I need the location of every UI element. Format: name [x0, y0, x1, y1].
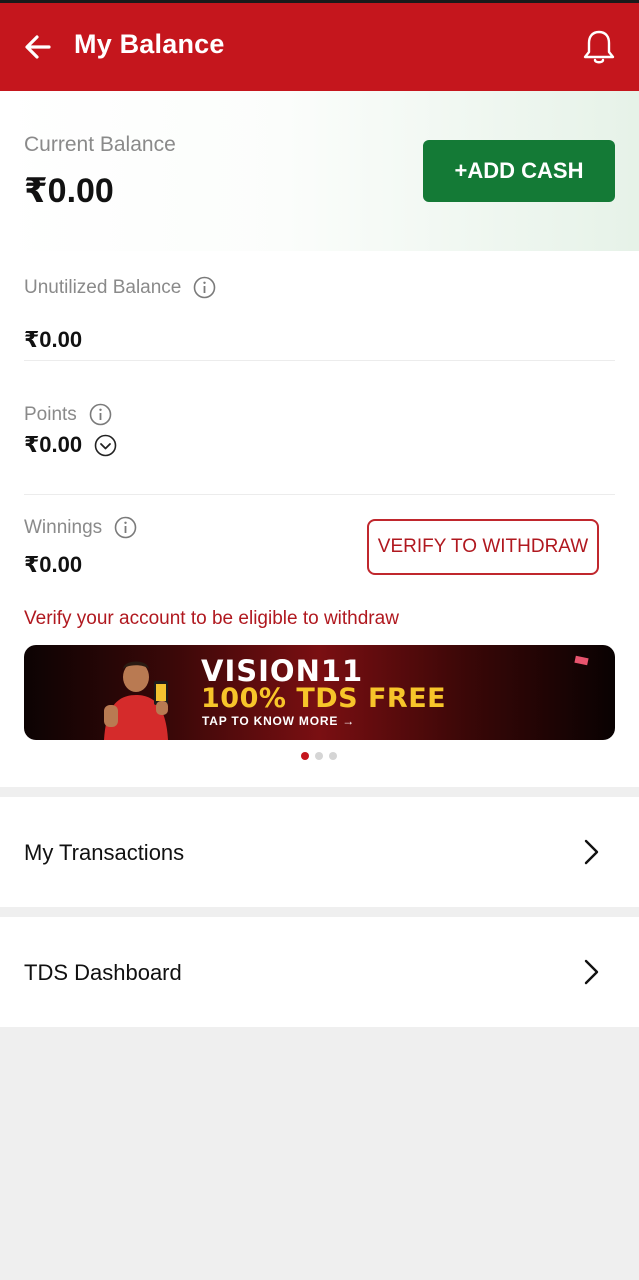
my-transactions-label: My Transactions [24, 840, 185, 865]
points-value-row: ₹0.00 [24, 432, 117, 458]
current-balance-value: ₹0.00 [24, 172, 114, 210]
verify-to-withdraw-button[interactable]: VERIFY TO WITHDRAW [367, 519, 599, 575]
app-header: My Balance [0, 3, 639, 91]
current-balance-label: Current Balance [24, 133, 176, 156]
verify-account-note: Verify your account to be eligible to wi… [24, 608, 399, 629]
carousel-dot-active[interactable] [301, 752, 309, 760]
chevron-right-icon [584, 839, 599, 865]
divider [24, 494, 615, 495]
unutilized-balance-value: ₹0.00 [24, 327, 83, 352]
info-icon[interactable] [193, 276, 216, 299]
tds-dashboard-item[interactable]: TDS Dashboard [0, 917, 639, 1027]
carousel-dot[interactable] [315, 752, 323, 760]
bell-icon [583, 30, 615, 64]
player-illustration [104, 661, 168, 740]
carousel-indicator [301, 752, 337, 760]
winnings-value: ₹0.00 [24, 552, 83, 577]
promo-banner[interactable]: VISION11 100% TDS FREE TAP TO KNOW MORE … [24, 645, 615, 740]
decorative-flag [574, 655, 589, 666]
unutilized-balance-row: Unutilized Balance [24, 276, 216, 299]
tds-dashboard-label: TDS Dashboard [24, 960, 182, 985]
chevron-right-icon [584, 959, 599, 985]
notifications-button[interactable] [580, 27, 618, 67]
add-cash-button[interactable]: +ADD CASH [423, 140, 615, 202]
carousel-dot[interactable] [329, 752, 337, 760]
unutilized-balance-label: Unutilized Balance [24, 276, 182, 298]
balance-details: Unutilized Balance ₹0.00 Points ₹0.00 Wi… [0, 251, 639, 787]
points-value: ₹0.00 [24, 432, 83, 457]
chevron-down-circle-icon[interactable] [94, 434, 117, 457]
info-icon[interactable] [89, 403, 112, 426]
arrow-left-icon [25, 35, 51, 59]
page-title: My Balance [74, 29, 225, 59]
back-button[interactable] [22, 31, 54, 63]
winnings-label: Winnings [24, 516, 103, 538]
winnings-row: Winnings [24, 516, 137, 539]
banner-headline: 100% TDS FREE [201, 683, 447, 714]
my-transactions-item[interactable]: My Transactions [0, 797, 639, 907]
points-label: Points [24, 403, 77, 425]
info-icon[interactable] [114, 516, 137, 539]
current-balance-card: Current Balance ₹0.00 +ADD CASH [0, 91, 639, 251]
points-row: Points [24, 403, 112, 426]
banner-cta: TAP TO KNOW MORE → [202, 714, 356, 728]
divider [24, 360, 615, 361]
